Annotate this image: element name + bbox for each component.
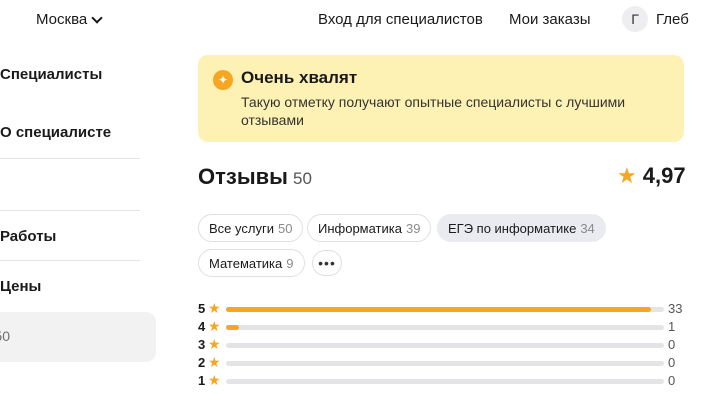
city-selector[interactable]: Москва	[36, 11, 103, 28]
rating-bar-track	[226, 325, 664, 330]
chip-label: ЕГЭ по информатике	[448, 220, 577, 236]
rating-bar-track	[226, 379, 664, 384]
my-orders-link[interactable]: Мои заказы	[509, 11, 591, 28]
rating-row-count: 0	[668, 337, 676, 352]
rating-row-1: 1 ★ 0	[198, 372, 688, 389]
sidebar-divider	[0, 158, 140, 159]
rating-row-4: 4 ★ 1	[198, 318, 688, 335]
sparkle-icon: ✦	[213, 70, 233, 90]
rating-row-stars: 1	[198, 373, 206, 388]
star-icon: ★	[208, 372, 221, 388]
chip-label: Все услуги	[209, 220, 274, 236]
star-icon: ★	[617, 163, 637, 188]
rating-row-count: 33	[668, 301, 683, 316]
sidebar-divider	[0, 260, 140, 261]
star-icon: ★	[208, 318, 221, 334]
rating-bar-track	[226, 343, 664, 348]
sidebar-divider	[0, 210, 140, 211]
reviews-count: 50	[293, 169, 312, 188]
rating-row-stars: 5	[198, 301, 206, 316]
reviews-title: Отзывы	[198, 164, 288, 189]
banner-text: Такую отметку получают опытные специалис…	[241, 94, 626, 128]
filter-chip-math[interactable]: Математика 9	[198, 249, 305, 277]
filter-chip-all-services[interactable]: Все услуги 50	[198, 214, 304, 242]
sidebar-item-count: 50	[0, 328, 10, 344]
chip-label: Математика	[209, 255, 283, 271]
rating-row-stars: 3	[198, 337, 206, 352]
star-icon: ★	[208, 336, 221, 352]
sidebar-item-about[interactable]: О специалисте	[0, 124, 140, 141]
chip-count: 50	[277, 220, 293, 236]
rating-bar-track	[226, 307, 664, 312]
chip-count: 39	[405, 220, 421, 236]
rating-row-stars: 4	[198, 319, 206, 334]
user-name[interactable]: Глеб	[656, 11, 689, 28]
rating-row-count: 0	[668, 373, 676, 388]
top-bar: Москва Вход для специалистов Мои заказы …	[0, 0, 720, 40]
star-icon: ★	[208, 300, 221, 316]
rating-row-3: 3 ★ 0	[198, 336, 688, 353]
sidebar-selected-item[interactable]: 50	[0, 312, 156, 362]
rating-value: 4,97	[642, 163, 686, 188]
chip-count: 9	[286, 255, 294, 271]
rating-bar-track	[226, 361, 664, 366]
banner-title: Очень хвалят	[241, 68, 358, 87]
city-label: Москва	[36, 11, 88, 28]
sidebar-item-works[interactable]: Работы	[0, 228, 140, 245]
star-icon: ★	[208, 354, 221, 370]
chip-label: Информатика	[318, 220, 402, 236]
rating-row-count: 1	[668, 319, 676, 334]
rating-bar-fill	[226, 325, 240, 330]
rating-bar-fill	[226, 307, 651, 312]
filter-chip-informatics[interactable]: Информатика 39	[307, 214, 432, 242]
rating-row-count: 0	[668, 355, 676, 370]
more-filters-button[interactable]: •••	[312, 250, 342, 276]
sidebar: Специалисты О специалисте Работы Цены 50	[0, 40, 160, 400]
overall-rating: ★ 4,97	[617, 163, 686, 189]
rating-row-stars: 2	[198, 355, 206, 370]
chevron-down-icon	[91, 11, 103, 24]
highly-praised-banner: ✦ Очень хвалят Такую отметку получают оп…	[198, 55, 684, 142]
rating-row-2: 2 ★ 0	[198, 354, 688, 371]
chip-count: 34	[580, 220, 595, 236]
rating-row-5: 5 ★ 33	[198, 300, 688, 317]
filter-chip-ege-informatics[interactable]: ЕГЭ по информатике 34	[437, 214, 606, 242]
sidebar-item-specialists[interactable]: Специалисты	[0, 66, 140, 83]
specialists-login-link[interactable]: Вход для специалистов	[318, 11, 483, 28]
sidebar-item-prices[interactable]: Цены	[0, 278, 140, 295]
avatar[interactable]: Г	[622, 6, 648, 32]
